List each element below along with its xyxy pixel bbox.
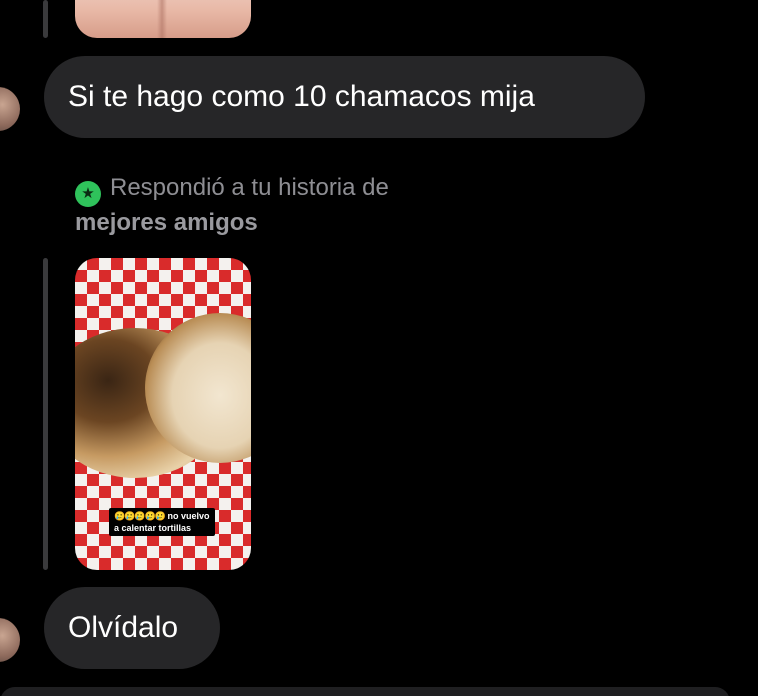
message-bubble[interactable]: Olvídalo <box>44 587 220 669</box>
story-caption-line2: a calentar tortillas <box>114 523 192 533</box>
message-text: Si te hago como 10 chamacos mija <box>68 80 535 113</box>
reply-bar <box>43 0 48 38</box>
story-thumbnail[interactable]: 🥲🥲🥲🥲🥲 no vuelvo a calentar tortillas <box>75 258 251 570</box>
shared-photo[interactable] <box>75 0 251 38</box>
story-reply-text: Respondió a tu historia de <box>110 174 389 201</box>
avatar[interactable] <box>0 618 20 662</box>
story-caption: 🥲🥲🥲🥲🥲 no vuelvo a calentar tortillas <box>109 508 215 536</box>
story-reply-audience: mejores amigos <box>75 209 258 236</box>
message-text: Olvídalo <box>68 611 179 644</box>
message-bubble[interactable]: Si te hago como 10 chamacos mija <box>44 56 645 138</box>
reply-bar <box>43 258 48 570</box>
story-reply-label: ★ Respondió a tu historia de mejores amig… <box>75 172 389 238</box>
chat-screen: Si te hago como 10 chamacos mija ★ Respon… <box>0 0 758 696</box>
avatar[interactable] <box>0 87 20 131</box>
photo-detail <box>157 0 167 38</box>
message-composer[interactable] <box>0 687 730 696</box>
story-caption-line1: no vuelvo <box>167 511 210 521</box>
story-caption-emojis: 🥲🥲🥲🥲🥲 <box>114 511 166 521</box>
star-icon: ★ <box>75 181 101 207</box>
